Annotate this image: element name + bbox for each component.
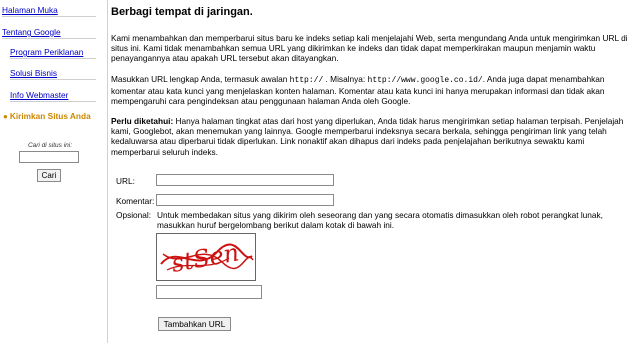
instructions-code-example: http://www.google.co.id/: [367, 76, 483, 85]
url-label: URL:: [116, 176, 135, 186]
sidebar-item-kirimkan-situs: ● Kirimkan Situs Anda: [3, 109, 97, 123]
comment-input[interactable]: [156, 194, 334, 206]
captcha-input[interactable]: [156, 285, 262, 299]
sidebar-item-info-webmaster: Info Webmaster: [10, 88, 96, 102]
notice-heading: Perlu diketahui:: [111, 116, 174, 126]
sidebar-link-program-periklanan[interactable]: Program Periklanan: [10, 47, 83, 57]
site-search-input[interactable]: [19, 151, 79, 163]
add-url-button[interactable]: Tambahkan URL: [158, 317, 231, 331]
sidebar-link-halaman-muka[interactable]: Halaman Muka: [2, 5, 58, 15]
comment-label: Komentar:: [116, 196, 155, 206]
instructions-text-2: . Misalnya:: [323, 74, 368, 84]
main-content: Berbagi tempat di jaringan. Kami menamba…: [107, 0, 637, 343]
instructions-code-prefix: http://: [289, 76, 324, 85]
url-input[interactable]: [156, 174, 334, 186]
page-title: Berbagi tempat di jaringan.: [111, 6, 253, 18]
notice-text: Hanya halaman tingkat atas dari host yan…: [111, 116, 624, 157]
sidebar-item-program-periklanan: Program Periklanan: [10, 45, 96, 59]
sidebar-item-halaman-muka: Halaman Muka: [2, 3, 96, 17]
optional-note: Untuk membedakan situs yang dikirim oleh…: [157, 210, 603, 231]
sidebar-item-tentang-google: Tentang Google: [2, 25, 96, 39]
sidebar-item-solusi-bisnis: Solusi Bisnis: [10, 66, 96, 80]
sidebar-link-info-webmaster[interactable]: Info Webmaster: [10, 90, 68, 100]
instructions-text-1: Masukkan URL lengkap Anda, termasuk awal…: [111, 74, 290, 84]
instructions-paragraph: Masukkan URL lengkap Anda, termasuk awal…: [111, 74, 633, 107]
captcha-graphic: stSen: [160, 238, 254, 278]
sidebar-link-solusi-bisnis[interactable]: Solusi Bisnis: [10, 68, 57, 78]
sidebar-link-tentang-google[interactable]: Tentang Google: [2, 27, 61, 37]
captcha-image: stSen: [156, 233, 256, 281]
site-search-button[interactable]: Cari: [37, 169, 61, 182]
notice-paragraph: Perlu diketahui: Hanya halaman tingkat a…: [111, 116, 633, 157]
intro-paragraph: Kami menambahkan dan memperbarui situs b…: [111, 33, 628, 64]
captcha-text: stSen: [169, 238, 241, 277]
optional-label: Opsional:: [116, 210, 152, 220]
bullet-icon: ●: [3, 112, 8, 121]
site-search-label: Cari di situs ini:: [27, 142, 73, 149]
sidebar-active-label: Kirimkan Situs Anda: [9, 111, 91, 121]
